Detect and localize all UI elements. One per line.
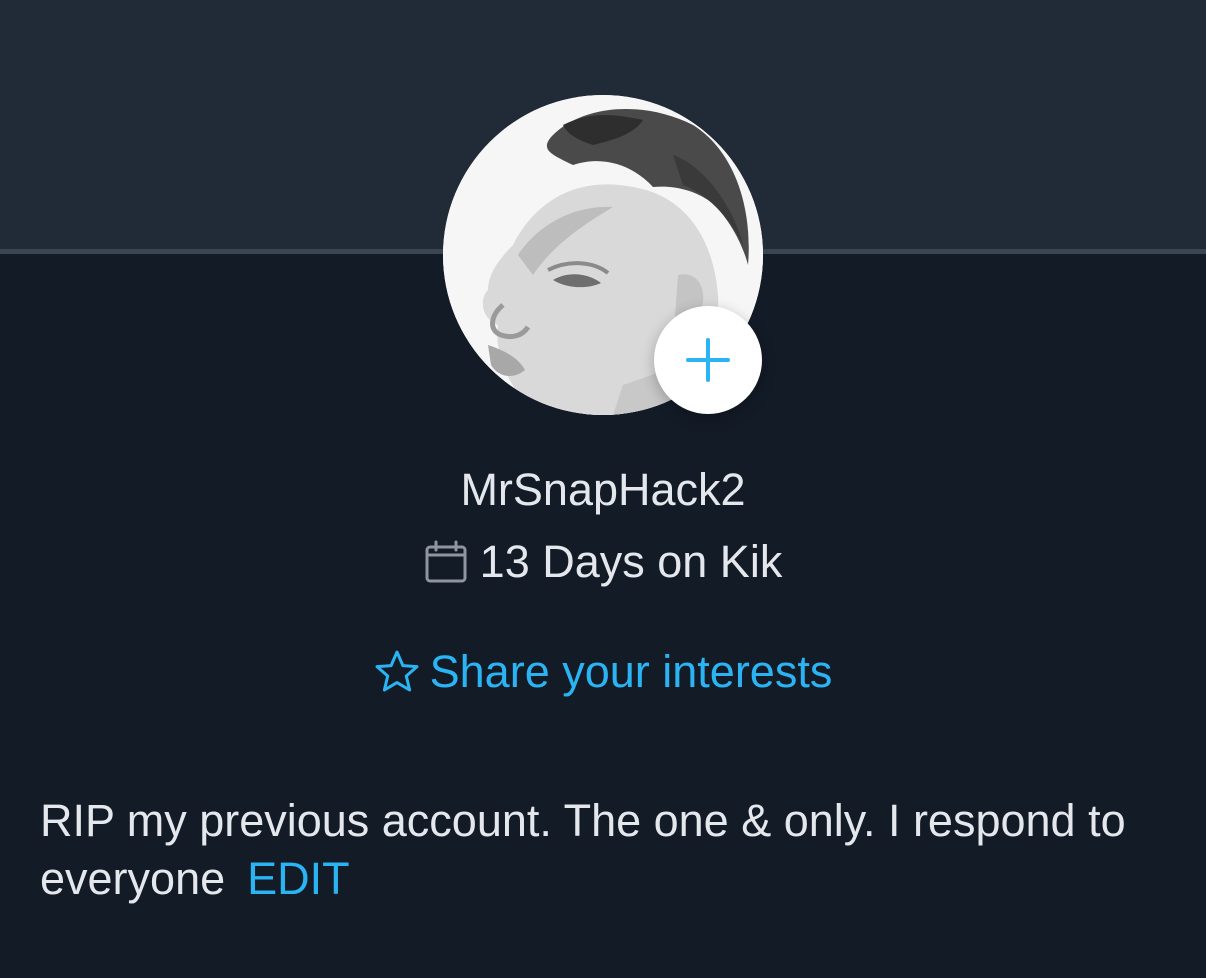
edit-bio-button[interactable]: EDIT (247, 853, 350, 904)
share-interests-label[interactable]: Share your interests (430, 644, 833, 700)
days-on-kik: 13 Days on Kik (0, 534, 1206, 590)
profile-username: MrSnapHack2 (460, 464, 746, 515)
calendar-icon (425, 540, 467, 583)
profile-bio: RIP my previous account. The one & only.… (40, 792, 1170, 908)
bio-text: RIP my previous account. The one & only.… (40, 795, 1126, 904)
add-photo-button[interactable] (654, 306, 762, 414)
days-on-kik-label: 13 Days on Kik (479, 536, 783, 587)
share-interests-link[interactable]: Share your interests (0, 644, 1206, 700)
plus-icon (686, 338, 730, 382)
star-icon (375, 650, 419, 692)
